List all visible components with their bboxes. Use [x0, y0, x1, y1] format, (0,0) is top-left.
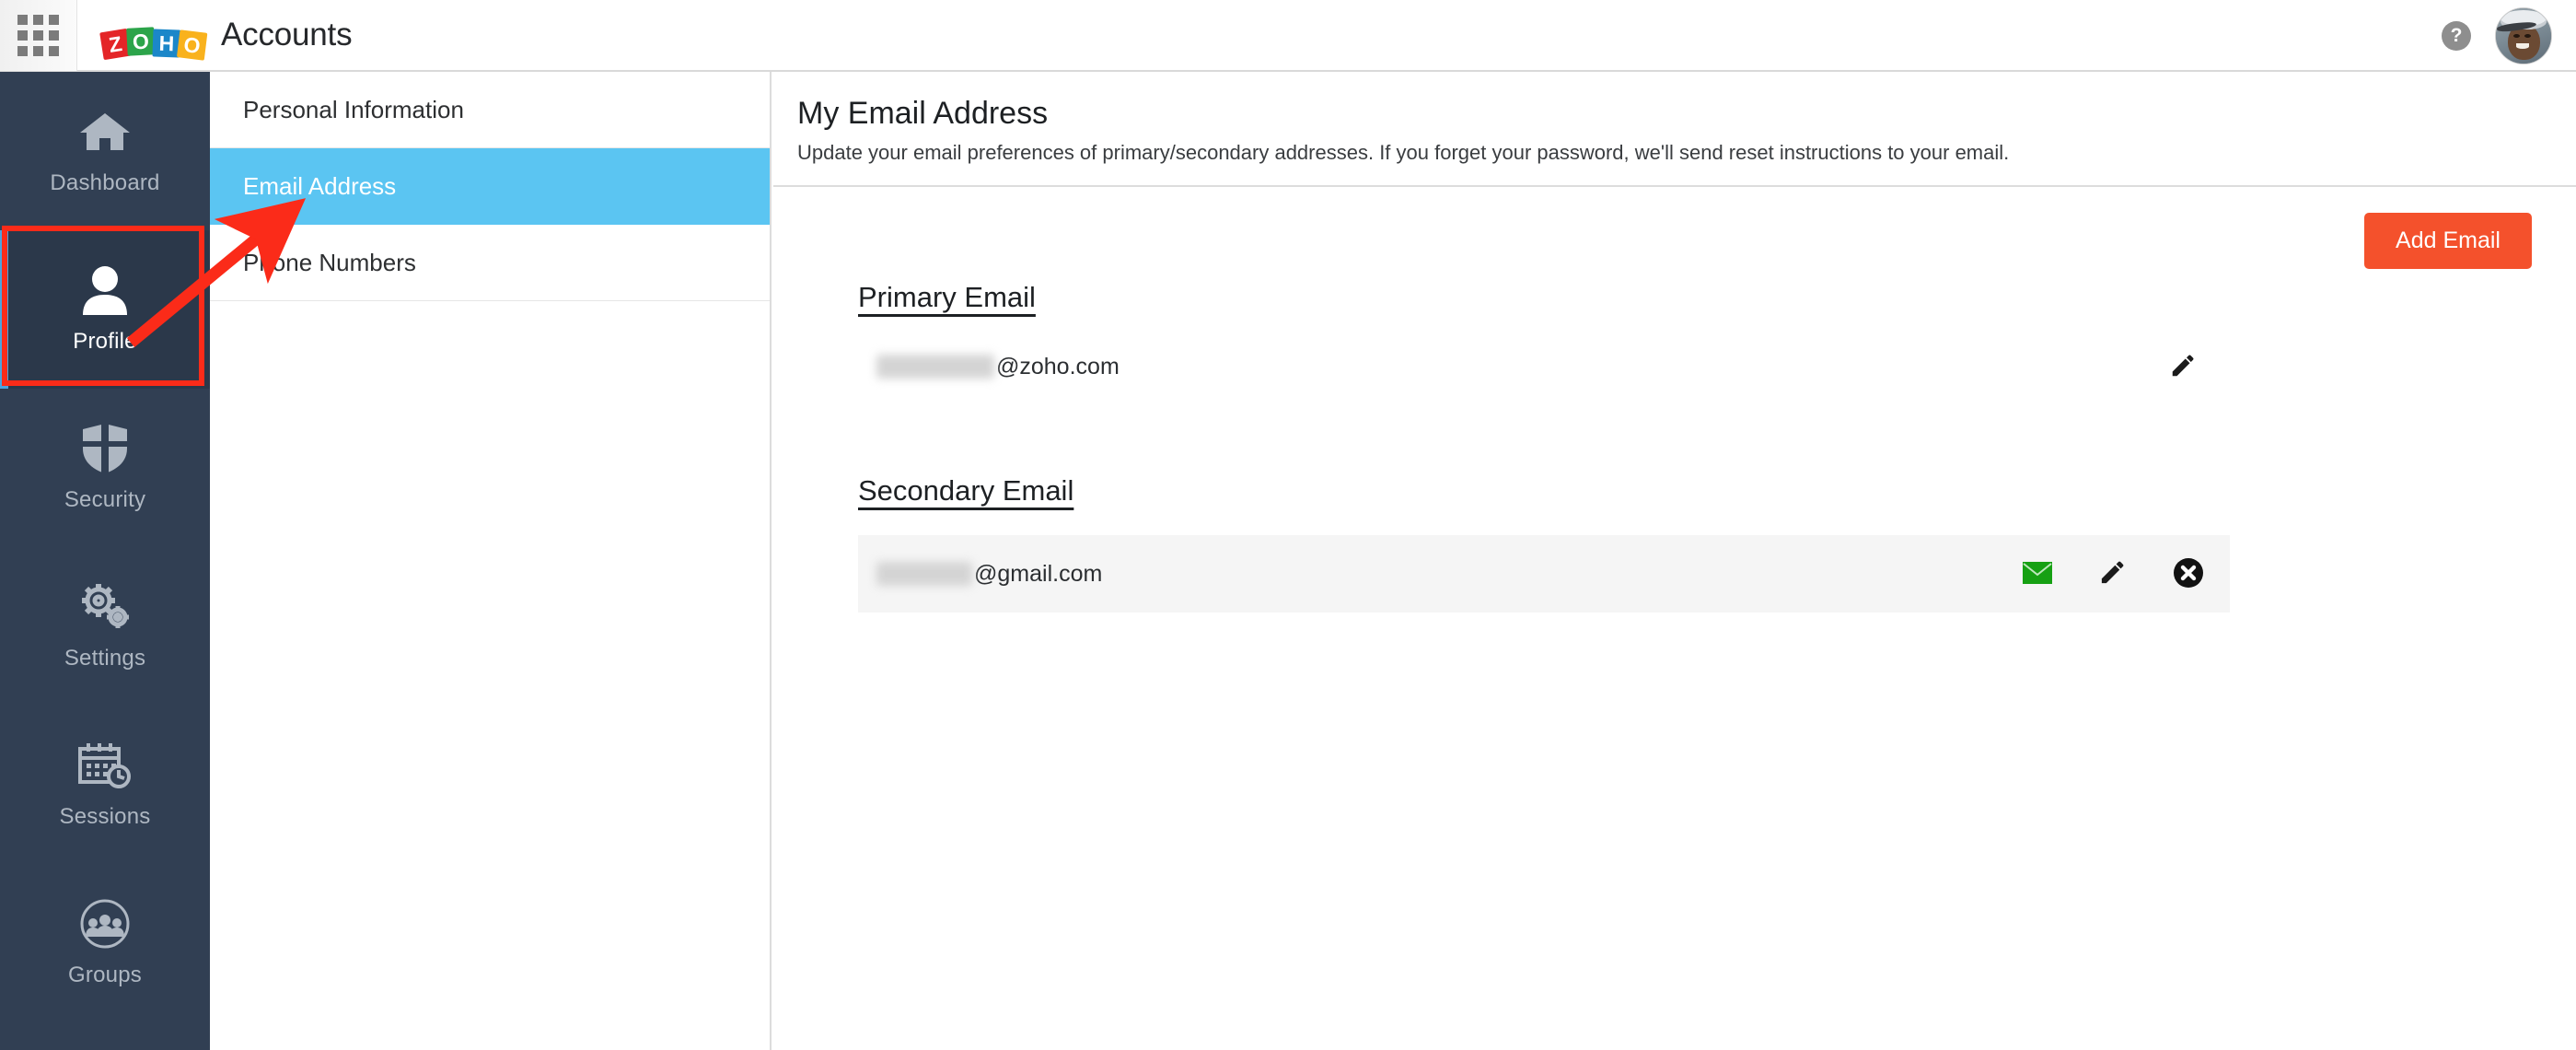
close-circle-icon: [2173, 557, 2204, 591]
envelope-icon: [2023, 561, 2052, 587]
subnav-label-phone-numbers: Phone Numbers: [243, 248, 416, 276]
top-bar-right: ?: [2442, 0, 2552, 72]
shield-icon: [76, 423, 133, 474]
primary-email-user-redacted: [876, 355, 994, 379]
secondary-email-send-mail-button[interactable]: [2023, 561, 2052, 587]
content-header: My Email Address Update your email prefe…: [773, 72, 2576, 187]
sidebar-item-sessions[interactable]: Sessions: [0, 706, 210, 864]
secondary-nav: Personal Information Email Address Phone…: [210, 72, 772, 1050]
gears-icon: [76, 581, 133, 633]
subnav-label-personal-information: Personal Information: [243, 95, 464, 123]
primary-email-edit-button[interactable]: [2169, 352, 2197, 382]
sidebar-label-dashboard: Dashboard: [50, 170, 160, 195]
logo-letter-o1: O: [126, 27, 156, 56]
primary-email-heading: Primary Email: [858, 281, 1036, 313]
main-content: My Email Address Update your email prefe…: [773, 72, 2576, 1050]
sidebar-label-sessions: Sessions: [59, 804, 151, 829]
secondary-email-address: @gmail.com: [858, 561, 1102, 588]
subnav-item-personal-information[interactable]: Personal Information: [210, 72, 770, 148]
secondary-email-user-redacted: [876, 562, 972, 586]
sidebar-label-groups: Groups: [68, 962, 142, 987]
page-title: My Email Address: [797, 96, 1049, 131]
sidebar-item-dashboard[interactable]: Dashboard: [0, 72, 210, 230]
top-bar: Z O H O Accounts ?: [0, 0, 2576, 72]
subnav-item-phone-numbers[interactable]: Phone Numbers: [210, 225, 770, 301]
primary-sidebar: Dashboard Profile Security Settings Sess…: [0, 72, 210, 1050]
primary-email-actions: [2169, 352, 2204, 382]
calendar-clock-icon: [76, 740, 133, 791]
avatar[interactable]: [2495, 7, 2552, 64]
grid-apps-icon: [17, 14, 59, 56]
primary-email-domain: @zoho.com: [996, 353, 1120, 379]
secondary-email-section: Secondary Email @gmail.com: [858, 395, 2543, 612]
secondary-email-edit-button[interactable]: [2098, 558, 2127, 589]
subnav-label-email-address: Email Address: [243, 171, 397, 200]
pencil-icon: [2098, 558, 2127, 589]
content-body: Add Email Primary Email @zoho.com Second…: [773, 187, 2576, 612]
primary-email-address: @zoho.com: [858, 354, 1120, 380]
secondary-email-row: @gmail.com: [858, 535, 2230, 612]
secondary-email-delete-button[interactable]: [2173, 557, 2204, 591]
zoho-logo-icon: Z O H O: [99, 14, 208, 61]
add-email-button[interactable]: Add Email: [2364, 213, 2532, 269]
secondary-email-heading: Secondary Email: [858, 474, 1074, 507]
secondary-email-domain: @gmail.com: [974, 560, 1103, 587]
sidebar-label-security: Security: [64, 487, 146, 512]
brand[interactable]: Z O H O Accounts: [99, 14, 353, 61]
people-circle-icon: [76, 898, 133, 950]
sidebar-item-groups[interactable]: Groups: [0, 864, 210, 1022]
primary-email-section: Primary Email @zoho.com: [858, 187, 2543, 395]
subnav-item-email-address[interactable]: Email Address: [210, 148, 770, 225]
zoho-accounts-page: Z O H O Accounts ? Dashboard Profile Sec…: [0, 0, 2576, 1050]
sidebar-label-profile: Profile: [73, 329, 137, 354]
logo-letter-o2: O: [176, 29, 208, 61]
primary-email-row: @zoho.com: [858, 338, 2230, 395]
app-title: Accounts: [221, 17, 353, 52]
user-icon: [76, 264, 133, 316]
sidebar-label-settings: Settings: [64, 646, 146, 671]
pencil-icon: [2169, 352, 2197, 382]
secondary-email-actions: [2023, 557, 2204, 591]
home-icon: [76, 106, 133, 158]
apps-launcher-button[interactable]: [0, 0, 77, 71]
sidebar-item-profile[interactable]: Profile: [0, 230, 210, 389]
page-subtitle: Update your email preferences of primary…: [797, 141, 2010, 164]
sidebar-item-settings[interactable]: Settings: [0, 547, 210, 706]
help-icon[interactable]: ?: [2442, 21, 2471, 51]
sidebar-item-security[interactable]: Security: [0, 389, 210, 547]
